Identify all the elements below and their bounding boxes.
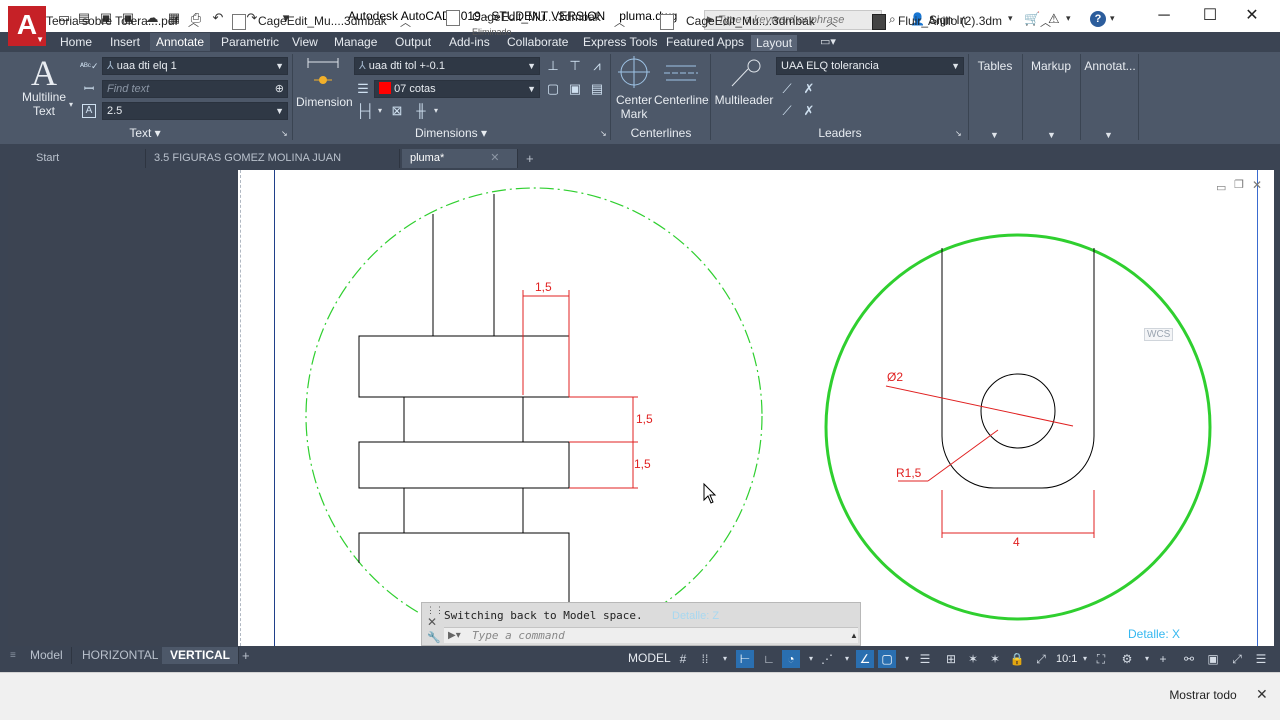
close-command-line-icon[interactable]: ✕ <box>427 615 437 629</box>
taskbar-item[interactable]: CageEdit_Mu....3dmbak ︿ <box>660 10 850 40</box>
detail-circle-z <box>305 187 763 645</box>
taskbar-item[interactable]: Fluir_Anillo (2).3dm ︿ <box>872 10 1062 40</box>
generic-file-icon <box>446 10 460 26</box>
chevron-up-icon[interactable]: ︿ <box>188 14 199 30</box>
generic-file-icon <box>232 14 246 30</box>
slot-geometry <box>941 248 1095 489</box>
chevron-up-icon[interactable]: ︿ <box>1040 14 1051 30</box>
viewport-restore-icon[interactable]: ❐ <box>1234 178 1244 191</box>
selection-cycling-icon[interactable]: ⊞ <box>942 650 960 668</box>
dynamic-input-icon[interactable]: ⊢ <box>736 650 754 668</box>
pen-clip-geometry <box>358 194 570 610</box>
grid-icon[interactable]: # <box>674 650 692 668</box>
layout-tab-vertical[interactable]: VERTICAL <box>162 647 239 664</box>
viewport-minimize-icon[interactable]: ▭ <box>1216 181 1226 194</box>
auto-scale-icon[interactable]: ✶ <box>986 650 1004 668</box>
dim-text-width: 4 <box>1013 535 1020 549</box>
dim-text-diameter: Ø2 <box>887 370 904 384</box>
close-downloads-bar-icon[interactable]: ✕ <box>1256 686 1268 703</box>
layout-tab-grip: ≡ <box>10 650 16 661</box>
polar-tracking-icon[interactable]: ◔ <box>782 650 800 668</box>
lock-ui-icon[interactable]: 🔒 <box>1008 650 1026 668</box>
detail-label-x: Detalle: X <box>1128 627 1181 641</box>
dim-text-top-width: 1,5 <box>535 280 552 294</box>
command-placeholder: Type a command <box>472 629 565 642</box>
wcs-indicator[interactable]: WCS <box>1144 328 1174 341</box>
annotation-scale[interactable]: 10:1 <box>1056 653 1077 665</box>
taskbar-item[interactable]: PDF Teoria sobre Tolera....pdf ︿ <box>20 10 210 40</box>
isodraft-icon[interactable]: ⋰ <box>818 650 836 668</box>
taskbar-item[interactable]: CageEdit_Mu....3dmbak Eliminado ︿ <box>446 10 636 40</box>
isolate-objects-icon[interactable]: ⚯ <box>1180 650 1198 668</box>
ortho-icon[interactable]: ∟ <box>760 650 778 668</box>
new-layout-icon[interactable]: + <box>242 648 250 663</box>
detail-circle-x <box>824 233 1212 621</box>
viewport-close-icon[interactable]: ✕ <box>1252 178 1262 192</box>
quick-properties-icon[interactable]: ⤢ <box>1032 650 1050 668</box>
command-prompt-icon: ▶▾ <box>448 630 461 641</box>
command-line-window[interactable]: ⋮⋮ ✕ 🔧 Switching back to Model space. De… <box>421 602 861 646</box>
autocad-logo-icon: A <box>16 9 38 40</box>
generic-file-icon <box>660 14 674 30</box>
hardware-accel-icon[interactable]: ▣ <box>1204 650 1222 668</box>
mouse-cursor-icon <box>703 482 717 504</box>
chevron-up-icon[interactable]: ︿ <box>826 14 837 30</box>
menu-caret-icon: ▼ <box>36 35 44 44</box>
settings-gear-icon[interactable]: ⚙ <box>1118 650 1136 668</box>
recent-commands-icon[interactable]: ▲ <box>850 631 858 640</box>
layout-tab-horizontal[interactable]: HORIZONTAL <box>74 647 168 664</box>
model-space-toggle[interactable]: MODEL <box>628 651 671 665</box>
command-input[interactable]: Type a command <box>444 627 858 643</box>
dim-text-gap: 1,5 <box>636 412 653 426</box>
chevron-up-icon[interactable]: ︿ <box>614 14 625 30</box>
faded-detail-label: Detalle: Z <box>672 610 720 622</box>
rhino-file-icon <box>872 14 886 30</box>
annotation-visibility-icon[interactable]: ✶ <box>964 650 982 668</box>
object-snap-tracking-icon[interactable]: ∠ <box>856 650 874 668</box>
add-icon[interactable]: + <box>1154 650 1172 668</box>
object-snap-icon[interactable]: ▢ <box>878 650 896 668</box>
isodraft-caret-icon[interactable]: ▾ <box>838 650 856 668</box>
osnap-caret-icon[interactable]: ▾ <box>898 650 916 668</box>
lineweight-icon[interactable]: ☰ <box>916 650 934 668</box>
dim-text-thickness: 1,5 <box>634 457 651 471</box>
dim-text-radius: R1,5 <box>896 466 922 480</box>
workspace-switch-icon[interactable]: ⛶ <box>1092 650 1110 668</box>
show-all-button[interactable]: Mostrar todo <box>1156 672 1250 718</box>
os-taskbar <box>0 672 1280 720</box>
chevron-up-icon[interactable]: ︿ <box>400 14 411 30</box>
command-history: Switching back to Model space. <box>444 609 643 622</box>
layout-tab-model[interactable]: Model <box>22 647 72 664</box>
snap-caret-icon[interactable]: ▾ <box>716 650 734 668</box>
right-dimensions <box>885 385 1095 538</box>
snap-icon[interactable]: ⁞⁞ <box>696 650 714 668</box>
taskbar-item[interactable]: CageEdit_Mu....3dmbak ︿ <box>232 10 422 40</box>
application-menu-button[interactable]: A ▼ <box>8 6 46 46</box>
clean-screen-icon[interactable]: ⤢ <box>1228 650 1246 668</box>
customize-wrench-icon[interactable]: 🔧 <box>427 631 441 644</box>
customization-menu-icon[interactable]: ☰ <box>1252 650 1270 668</box>
